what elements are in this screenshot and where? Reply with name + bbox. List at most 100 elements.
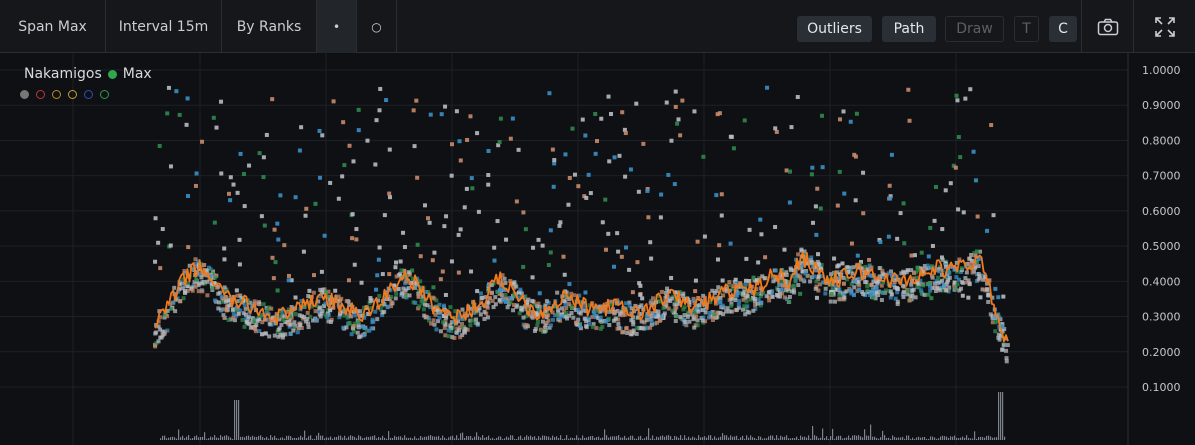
rank-swatch[interactable] — [84, 90, 93, 99]
scatter-point — [560, 314, 565, 319]
volume-bar — [950, 436, 952, 440]
scatter-point — [593, 111, 598, 116]
volume-bar — [322, 435, 324, 440]
scatter-point — [415, 175, 420, 180]
scatter-point — [789, 125, 794, 130]
scatter-point — [609, 111, 614, 116]
volume-bars — [160, 392, 1006, 440]
scatter-point — [442, 224, 447, 229]
volume-bar — [526, 435, 528, 440]
scatter-point — [190, 288, 195, 293]
scatter-point — [270, 255, 275, 260]
scatter-point — [196, 289, 201, 294]
rank-swatch[interactable] — [68, 90, 77, 99]
volume-bar — [288, 435, 290, 440]
rank-swatch[interactable] — [52, 90, 61, 99]
scatter-point — [634, 101, 639, 106]
span-max-button[interactable]: Span Max — [0, 0, 106, 53]
volume-bar — [872, 436, 874, 440]
volume-bar — [582, 435, 584, 440]
by-ranks-button[interactable]: By Ranks — [222, 0, 317, 53]
volume-bar — [998, 392, 1000, 440]
scatter-point — [901, 269, 906, 274]
scatter-point — [248, 325, 253, 330]
volume-bar — [750, 435, 752, 440]
scatter-point — [628, 167, 633, 172]
scatter-point — [291, 328, 296, 333]
rank-swatch[interactable] — [100, 90, 109, 99]
volume-bar — [844, 438, 846, 440]
scatter-point — [655, 320, 660, 325]
scatter-point — [788, 266, 793, 271]
fullscreen-button[interactable] — [1133, 0, 1195, 53]
scatter-point — [263, 331, 268, 336]
scatter-point — [153, 259, 158, 264]
filled-dot-button[interactable]: • — [317, 0, 357, 53]
scatter-point — [710, 317, 715, 322]
volume-bar — [908, 435, 910, 440]
scatter-point — [857, 287, 862, 292]
scatter-point — [322, 233, 327, 238]
scatter-point — [782, 247, 787, 252]
rank-swatch[interactable] — [36, 90, 45, 99]
scatter-point — [504, 237, 509, 242]
scatter-point — [503, 292, 508, 297]
scatter-point — [1001, 294, 1006, 299]
scatter-point — [276, 327, 281, 332]
screenshot-button[interactable] — [1081, 0, 1133, 53]
volume-bar — [622, 437, 624, 440]
scatter-point — [996, 332, 1001, 337]
volume-bar — [290, 436, 292, 440]
scatter-point — [895, 286, 900, 291]
scatter-point — [639, 303, 644, 308]
scatter-point — [465, 137, 470, 142]
path-button[interactable]: Path — [882, 16, 936, 42]
volume-bar — [452, 435, 454, 440]
scatter-point — [701, 154, 706, 159]
c-button[interactable]: C — [1049, 16, 1077, 42]
scatter-point — [886, 234, 891, 239]
scatter-point — [235, 190, 240, 195]
interval-button[interactable]: Interval 15m — [106, 0, 222, 53]
t-button[interactable]: T — [1014, 16, 1039, 42]
scatter-point — [168, 243, 173, 248]
volume-bar — [510, 435, 512, 440]
scatter-point — [272, 227, 277, 232]
scatter-point — [468, 114, 473, 119]
scatter-point — [628, 329, 633, 334]
price-chart[interactable]: 1.0000 0.9000 0.8000 0.7000 0.6000 0.5000 0.40… — [0, 53, 1195, 445]
draw-button[interactable]: Draw — [945, 16, 1004, 42]
volume-bar — [574, 438, 576, 440]
scatter-point — [511, 308, 516, 313]
scatter-point — [861, 211, 866, 216]
scatter-point — [593, 151, 598, 156]
volume-bar — [566, 435, 568, 440]
scatter-point — [837, 287, 842, 292]
scatter-point — [835, 264, 840, 269]
scatter-point — [759, 232, 764, 237]
y-tick-label: 0.8000 — [1142, 134, 1181, 147]
scatter-point — [959, 286, 964, 291]
scatter-point — [320, 133, 325, 138]
hollow-dot-button[interactable]: ○ — [357, 0, 397, 53]
scatter-point — [669, 275, 674, 280]
scatter-point — [168, 164, 173, 169]
scatter-point — [810, 165, 815, 170]
rank-swatch[interactable] — [20, 90, 29, 99]
volume-bar — [714, 436, 716, 440]
y-tick-label: 0.1000 — [1142, 381, 1181, 394]
scatter-point — [358, 309, 363, 314]
scatter-point — [376, 257, 381, 262]
outliers-button[interactable]: Outliers — [797, 16, 872, 42]
scatter-point — [559, 306, 564, 311]
scatter-point — [971, 149, 976, 154]
scatter-point — [205, 293, 210, 298]
scatter-point — [531, 245, 536, 250]
volume-bar — [304, 430, 306, 440]
volume-bar — [204, 432, 206, 440]
scatter-point — [727, 280, 732, 285]
volume-bar — [398, 436, 400, 440]
scatter-point — [787, 294, 792, 299]
scatter-point — [937, 269, 942, 274]
volume-bar — [298, 437, 300, 440]
